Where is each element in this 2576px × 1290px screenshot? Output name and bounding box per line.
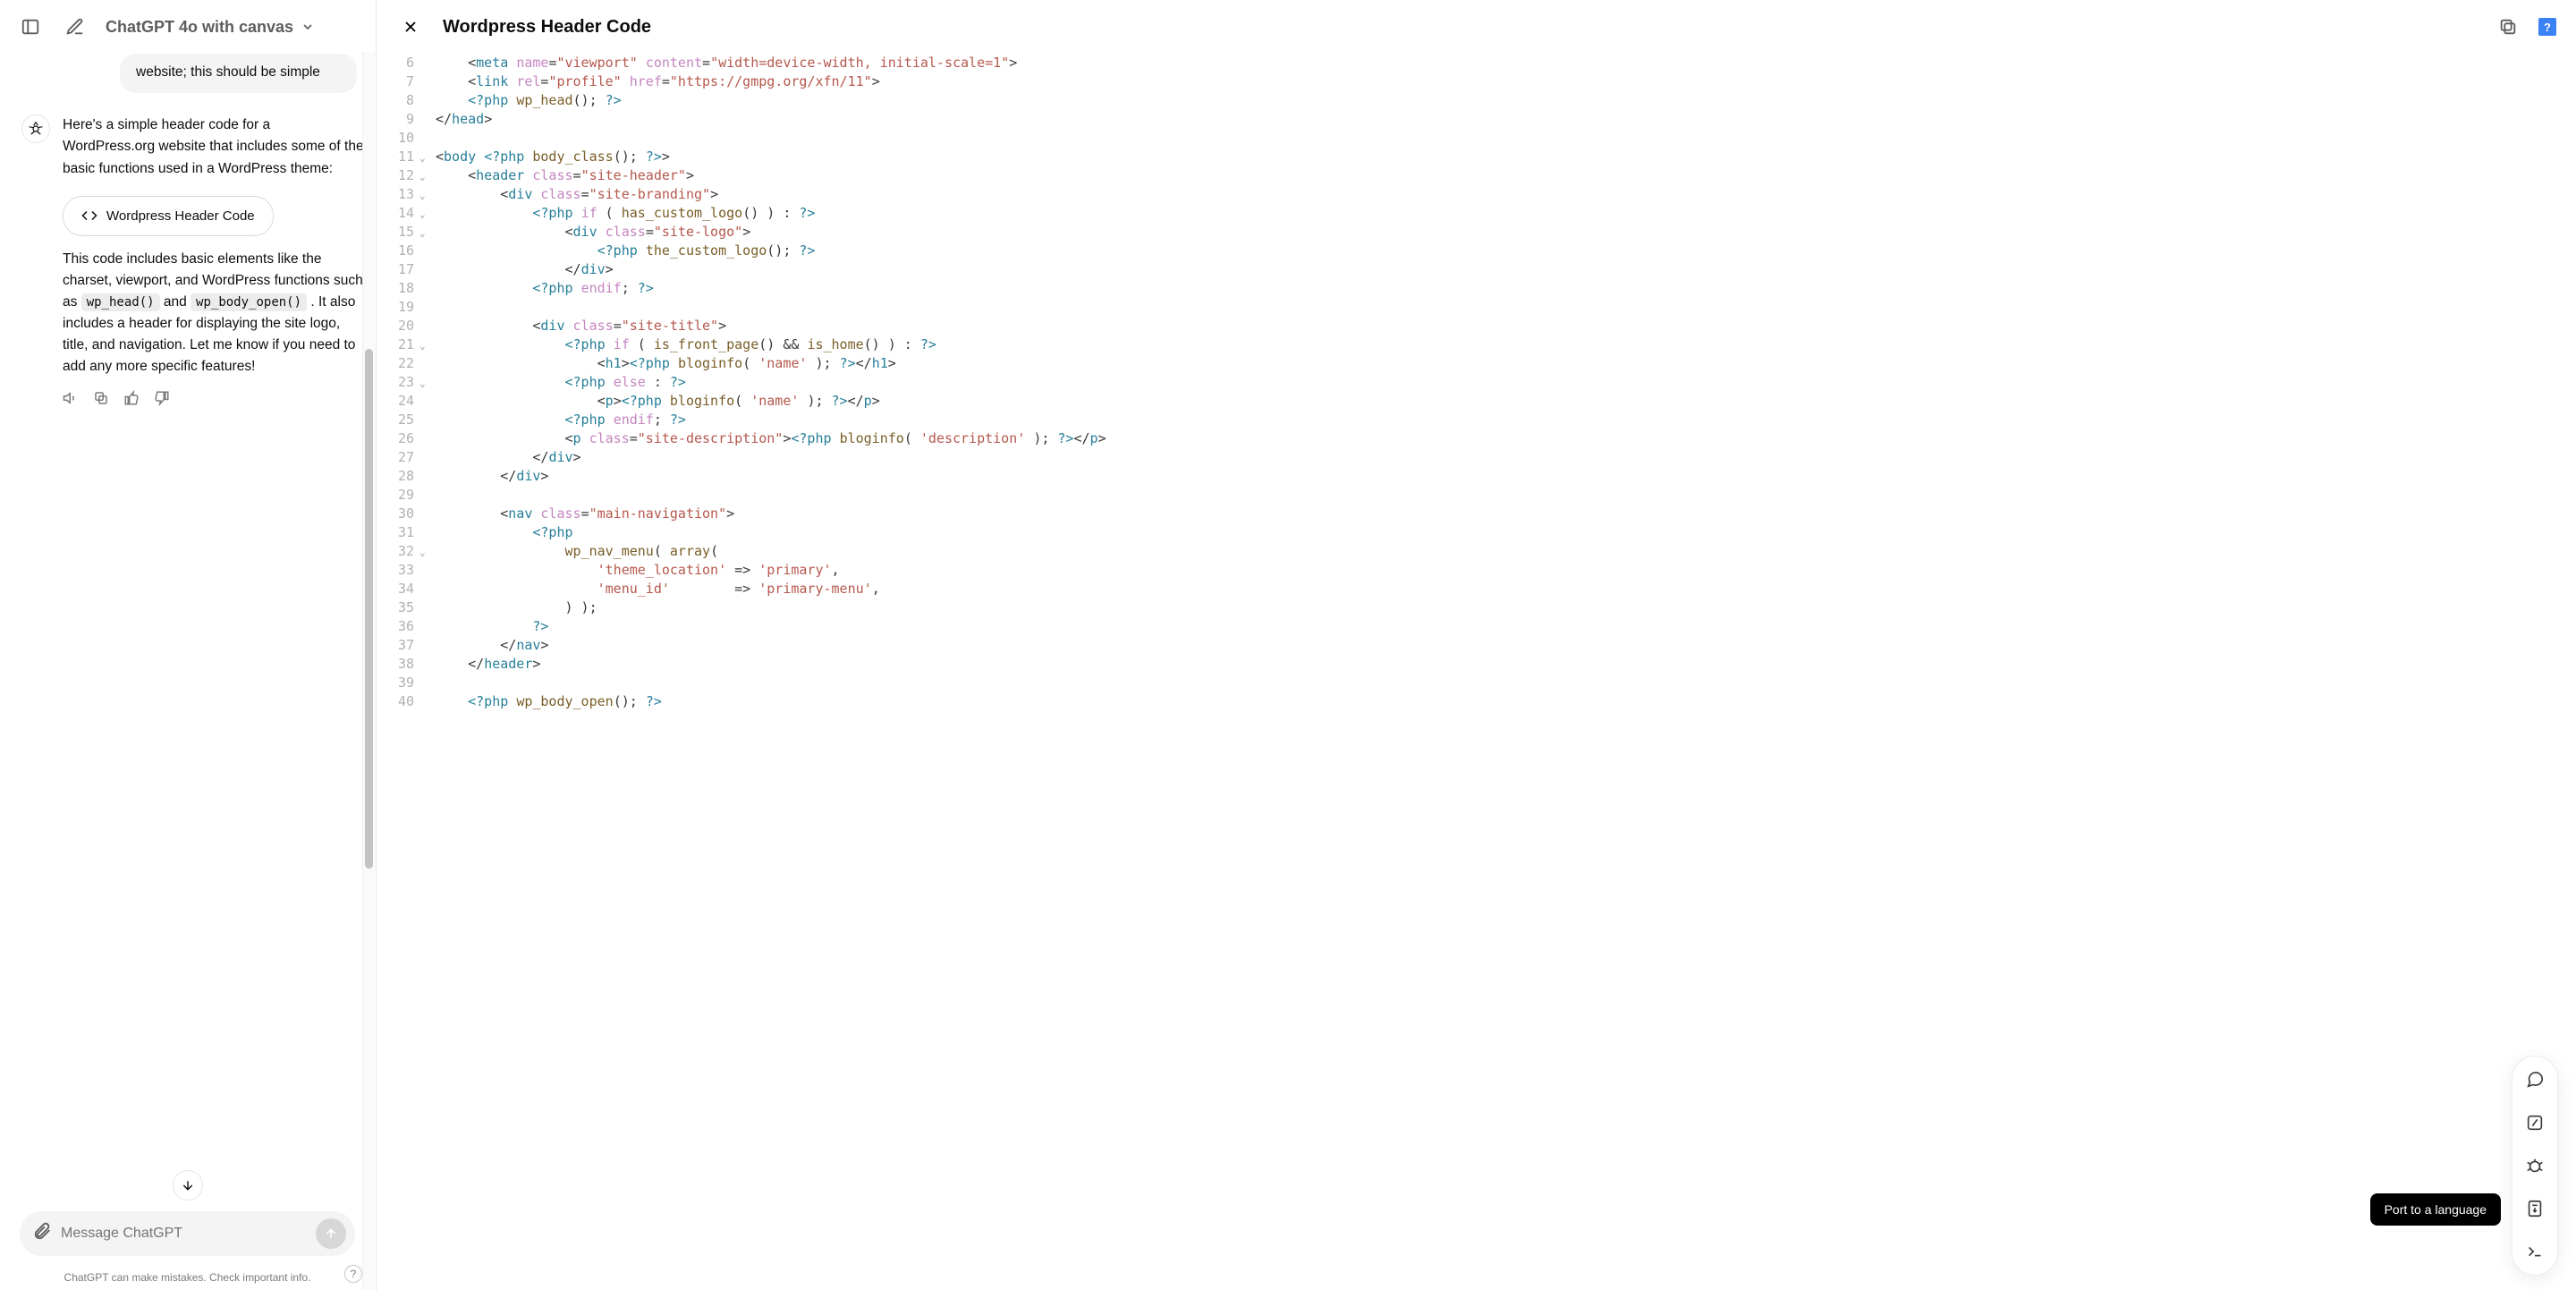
arrow-down-icon: [181, 1178, 195, 1192]
model-picker[interactable]: ChatGPT 4o with canvas: [106, 18, 315, 37]
composer-area: [0, 1211, 375, 1263]
user-message: website; this should be simple: [120, 54, 357, 93]
code-icon: [81, 208, 97, 224]
paperclip-icon: [32, 1221, 52, 1241]
line-gutter: 6789101112131415161718192021222324252627…: [377, 54, 419, 1290]
chevron-down-icon: [301, 20, 315, 34]
scrollbar-thumb[interactable]: [365, 349, 373, 869]
chat-sidebar: ChatGPT 4o with canvas website; this sho…: [0, 0, 376, 1290]
chat-scroll[interactable]: website; this should be simple Here's a …: [0, 54, 375, 1211]
assistant-outro: This code includes basic elements like t…: [63, 249, 364, 378]
edit-icon: [65, 17, 85, 37]
sidebar-icon: [21, 17, 40, 37]
scroll-to-bottom-button[interactable]: [173, 1170, 203, 1201]
tooltip: Port to a language: [2370, 1193, 2501, 1226]
canvas-rail: [2512, 1056, 2558, 1276]
terminal-icon: [2525, 1242, 2545, 1261]
code-content[interactable]: <meta name="viewport" content="width=dev…: [436, 54, 2576, 1290]
new-chat-button[interactable]: [61, 13, 89, 41]
copy-code-button[interactable]: [2494, 13, 2522, 41]
help-badge[interactable]: ?: [2538, 18, 2556, 36]
canvas-panel: Wordpress Header Code ? 6789101112131415…: [376, 0, 2576, 1290]
thumbs-down-button[interactable]: [154, 390, 170, 413]
assistant-intro: Here's a simple header code for a WordPr…: [63, 115, 364, 179]
openai-icon: [28, 121, 44, 137]
slash-square-icon: [2525, 1113, 2545, 1133]
sidebar-header: ChatGPT 4o with canvas: [0, 0, 375, 54]
logs-button[interactable]: [2522, 1110, 2547, 1135]
inline-code: wp_body_open(): [191, 293, 307, 311]
arrow-up-icon: [324, 1226, 338, 1241]
inline-code: wp_head(): [81, 293, 160, 311]
message-actions: [63, 390, 364, 413]
fix-bugs-button[interactable]: [2522, 1153, 2547, 1178]
help-button[interactable]: ?: [344, 1265, 362, 1283]
composer: [20, 1211, 355, 1256]
disclaimer: ChatGPT can make mistakes. Check importa…: [0, 1263, 375, 1290]
canvas-title: Wordpress Header Code: [443, 17, 2476, 38]
read-aloud-button[interactable]: [63, 390, 79, 413]
copy-icon: [2498, 17, 2518, 37]
code-editor[interactable]: 6789101112131415161718192021222324252627…: [377, 54, 2576, 1290]
send-button[interactable]: [316, 1218, 346, 1249]
port-language-button[interactable]: [2522, 1196, 2547, 1221]
sidebar-scrollbar[interactable]: [362, 52, 375, 1290]
assistant-message: Here's a simple header code for a WordPr…: [21, 115, 364, 412]
run-button[interactable]: [2522, 1239, 2547, 1264]
bug-icon: [2525, 1156, 2545, 1175]
message-input[interactable]: [61, 1226, 307, 1242]
close-canvas-button[interactable]: [396, 13, 425, 41]
collapse-sidebar-button[interactable]: [16, 13, 45, 41]
attach-button[interactable]: [32, 1221, 52, 1245]
assistant-avatar: [21, 115, 50, 143]
copy-button[interactable]: [93, 390, 109, 413]
fold-gutter: ⌄⌄⌄⌄⌄⌄⌄⌄: [419, 54, 436, 1290]
chat-icon: [2525, 1070, 2545, 1090]
port-icon: [2525, 1199, 2545, 1218]
close-icon: [402, 18, 419, 36]
canvas-header: Wordpress Header Code ?: [377, 0, 2576, 54]
comment-button[interactable]: [2522, 1067, 2547, 1092]
thumbs-up-button[interactable]: [123, 390, 140, 413]
model-name: ChatGPT 4o with canvas: [106, 18, 293, 37]
canvas-chip[interactable]: Wordpress Header Code: [63, 196, 274, 236]
